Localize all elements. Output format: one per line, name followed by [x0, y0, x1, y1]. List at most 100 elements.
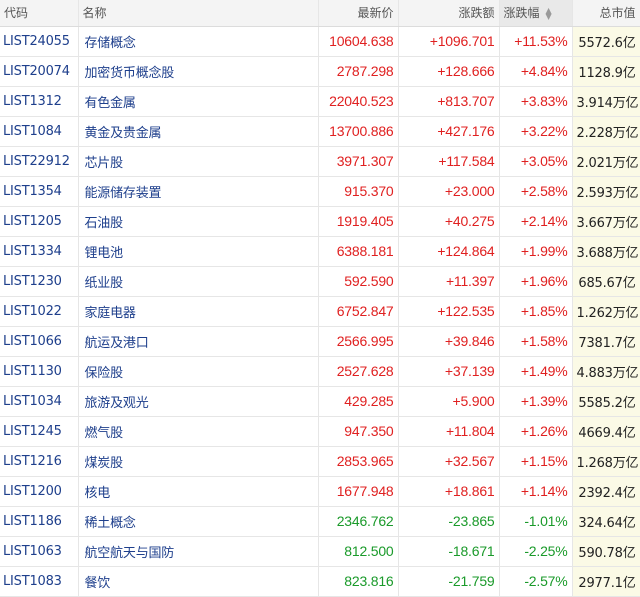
row-name[interactable]: 航空航天与国防 [78, 536, 319, 567]
row-price: 2853.965 [318, 446, 399, 477]
column-header-code[interactable]: 代码 [0, 0, 79, 27]
row-change: -21.759 [398, 566, 500, 597]
table-row[interactable]: LIST24055 存储概念 10604.638 +1096.701 +11.53% 55… [0, 26, 640, 57]
row-cap: 1128.9亿 [572, 56, 640, 87]
row-price: 10604.638 [318, 26, 399, 57]
row-name[interactable]: 纸业股 [78, 266, 319, 297]
row-code[interactable]: LIST22912 [0, 146, 79, 177]
row-code[interactable]: LIST1186 [0, 506, 79, 537]
row-name[interactable]: 旅游及观光 [78, 386, 319, 417]
row-name[interactable]: 燃气股 [78, 416, 319, 447]
table-row[interactable]: LIST1312 有色金属 22040.523 +813.707 +3.83% 3.914… [0, 86, 640, 117]
table-row[interactable]: LIST1200 核电 1677.948 +18.861 +1.14% 2392.4亿 [0, 476, 640, 507]
row-code[interactable]: LIST1063 [0, 536, 79, 567]
row-code[interactable]: LIST1334 [0, 236, 79, 267]
row-change: +23.000 [398, 176, 500, 207]
row-price: 13700.886 [318, 116, 399, 147]
table-row[interactable]: LIST1034 旅游及观光 429.285 +5.900 +1.39% 5585.2亿 [0, 386, 640, 417]
row-change: +122.535 [398, 296, 500, 327]
table-row[interactable]: LIST1186 稀土概念 2346.762 -23.865 -1.01% 324.64亿 [0, 506, 640, 537]
table-row[interactable]: LIST1022 家庭电器 6752.847 +122.535 +1.85% 1.262万… [0, 296, 640, 327]
row-code[interactable]: LIST1312 [0, 86, 79, 117]
row-pct: +1.49% [499, 356, 573, 387]
row-pct: +1.26% [499, 416, 573, 447]
table-row[interactable]: LIST1205 石油股 1919.405 +40.275 +2.14% 3.667万亿 [0, 206, 640, 237]
row-pct: +1.96% [499, 266, 573, 297]
row-change: +5.900 [398, 386, 500, 417]
row-pct: +2.58% [499, 176, 573, 207]
table-row[interactable]: LIST1066 航运及港口 2566.995 +39.846 +1.58% 7381.7… [0, 326, 640, 357]
row-code[interactable]: LIST24055 [0, 26, 79, 57]
table-row[interactable]: LIST1245 燃气股 947.350 +11.804 +1.26% 4669.4亿 [0, 416, 640, 447]
row-name[interactable]: 保险股 [78, 356, 319, 387]
row-name[interactable]: 黄金及贵金属 [78, 116, 319, 147]
column-header-pct[interactable]: 涨跌幅 ▲ ▼ [499, 0, 573, 27]
row-name[interactable]: 有色金属 [78, 86, 319, 117]
table-row[interactable]: LIST1130 保险股 2527.628 +37.139 +1.49% 4.883万亿 [0, 356, 640, 387]
row-code[interactable]: LIST1230 [0, 266, 79, 297]
row-code[interactable]: LIST1205 [0, 206, 79, 237]
row-name[interactable]: 石油股 [78, 206, 319, 237]
row-pct: +1.99% [499, 236, 573, 267]
row-name[interactable]: 加密货币概念股 [78, 56, 319, 87]
table-row[interactable]: LIST1230 纸业股 592.590 +11.397 +1.96% 685.67亿 [0, 266, 640, 297]
row-cap: 324.64亿 [572, 506, 640, 537]
row-pct: -2.25% [499, 536, 573, 567]
column-header-cap[interactable]: 总市值 [572, 0, 640, 27]
row-change: +117.584 [398, 146, 500, 177]
table-row[interactable]: LIST1334 锂电池 6388.181 +124.864 +1.99% 3.688万亿 [0, 236, 640, 267]
column-header-price[interactable]: 最新价 [318, 0, 399, 27]
row-code[interactable]: LIST1200 [0, 476, 79, 507]
row-pct: +1.85% [499, 296, 573, 327]
table-row[interactable]: LIST1216 煤炭股 2853.965 +32.567 +1.15% 1.268万亿 [0, 446, 640, 477]
row-code[interactable]: LIST1034 [0, 386, 79, 417]
table-row[interactable]: LIST1354 能源储存装置 915.370 +23.000 +2.58% 2.593万… [0, 176, 640, 207]
table-row[interactable]: LIST20074 加密货币概念股 2787.298 +128.666 +4.84% 11… [0, 56, 640, 87]
row-pct: +1.15% [499, 446, 573, 477]
row-code[interactable]: LIST1245 [0, 416, 79, 447]
table-row[interactable]: LIST22912 芯片股 3971.307 +117.584 +3.05% 2.021万… [0, 146, 640, 177]
row-name[interactable]: 能源储存装置 [78, 176, 319, 207]
table-row[interactable]: LIST1063 航空航天与国防 812.500 -18.671 -2.25% 590.7… [0, 536, 640, 567]
table-row[interactable]: LIST1083 餐饮 823.816 -21.759 -2.57% 2977.1亿 [0, 566, 640, 597]
row-name[interactable]: 核电 [78, 476, 319, 507]
row-code[interactable]: LIST1083 [0, 566, 79, 597]
row-cap: 2.021万亿 [572, 146, 640, 177]
row-cap: 2392.4亿 [572, 476, 640, 507]
row-name[interactable]: 存储概念 [78, 26, 319, 57]
row-code[interactable]: LIST1354 [0, 176, 79, 207]
row-code[interactable]: LIST1130 [0, 356, 79, 387]
row-code[interactable]: LIST1066 [0, 326, 79, 357]
row-change: +1096.701 [398, 26, 500, 57]
row-name[interactable]: 航运及港口 [78, 326, 319, 357]
row-name[interactable]: 餐饮 [78, 566, 319, 597]
sort-arrows-icon[interactable]: ▲ ▼ [546, 6, 552, 20]
row-pct: +3.22% [499, 116, 573, 147]
row-price: 6752.847 [318, 296, 399, 327]
column-header-name[interactable]: 名称 [78, 0, 319, 27]
row-cap: 5585.2亿 [572, 386, 640, 417]
row-change: +11.804 [398, 416, 500, 447]
row-name[interactable]: 稀土概念 [78, 506, 319, 537]
row-name[interactable]: 芯片股 [78, 146, 319, 177]
row-change: +32.567 [398, 446, 500, 477]
row-pct: +1.58% [499, 326, 573, 357]
row-change: +18.861 [398, 476, 500, 507]
row-code[interactable]: LIST1084 [0, 116, 79, 147]
row-price: 2787.298 [318, 56, 399, 87]
row-cap: 2977.1亿 [572, 566, 640, 597]
row-cap: 3.667万亿 [572, 206, 640, 237]
row-name[interactable]: 煤炭股 [78, 446, 319, 477]
row-price: 2346.762 [318, 506, 399, 537]
row-code[interactable]: LIST1022 [0, 296, 79, 327]
row-code[interactable]: LIST1216 [0, 446, 79, 477]
row-code[interactable]: LIST20074 [0, 56, 79, 87]
column-header-change[interactable]: 涨跌额 [398, 0, 500, 27]
row-name[interactable]: 家庭电器 [78, 296, 319, 327]
row-pct: +11.53% [499, 26, 573, 57]
row-change: +39.846 [398, 326, 500, 357]
table-row[interactable]: LIST1084 黄金及贵金属 13700.886 +427.176 +3.22% 2.2… [0, 116, 640, 147]
row-name[interactable]: 锂电池 [78, 236, 319, 267]
row-pct: +2.14% [499, 206, 573, 237]
row-cap: 2.228万亿 [572, 116, 640, 147]
